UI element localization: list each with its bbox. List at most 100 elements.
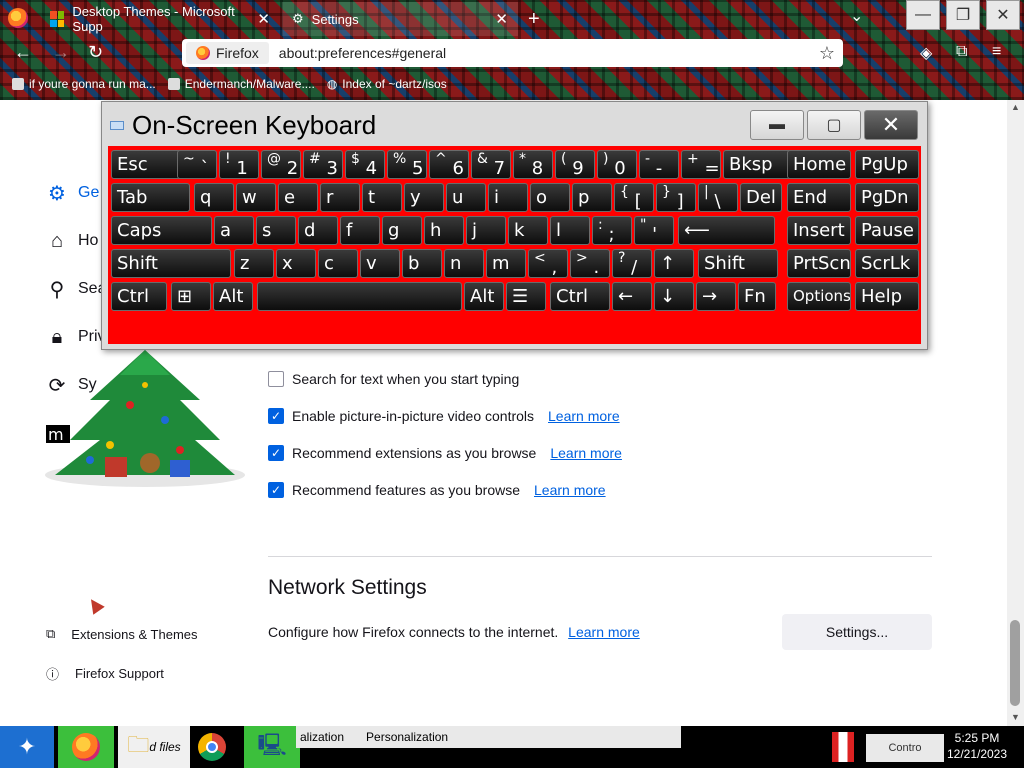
checkbox[interactable]: ✓ bbox=[268, 445, 284, 461]
top-row-key[interactable]: y bbox=[404, 183, 444, 212]
reload-icon[interactable]: ↻ bbox=[88, 42, 103, 63]
back-icon[interactable]: ← bbox=[14, 42, 32, 63]
space-row-key[interactable]: Ctrl bbox=[111, 282, 167, 311]
top-row-key[interactable]: r bbox=[320, 183, 360, 212]
space-row-key[interactable]: Ctrl bbox=[550, 282, 610, 311]
top-row-key[interactable]: } ] bbox=[656, 183, 696, 212]
bottom-row-key[interactable]: ? / bbox=[612, 249, 652, 278]
top-row-key[interactable]: e bbox=[278, 183, 318, 212]
sidebar-item-home[interactable]: ⌂ Ho bbox=[46, 230, 99, 252]
space-row-key[interactable]: Alt bbox=[213, 282, 253, 311]
home-row-key[interactable]: Caps bbox=[111, 216, 212, 245]
bookmark-item[interactable]: ◍ Index of ~dartz/isos bbox=[327, 77, 447, 91]
osk-minimize-button[interactable]: ▬ bbox=[750, 110, 804, 140]
space-row-key[interactable]: Fn bbox=[738, 282, 776, 311]
bottom-row-key[interactable]: ScrLk bbox=[855, 249, 919, 278]
learn-more-link[interactable]: Learn more bbox=[534, 482, 606, 498]
space-row-key[interactable]: → bbox=[696, 282, 736, 311]
number-row-key[interactable]: ! 1 bbox=[219, 150, 259, 179]
forward-icon[interactable]: → bbox=[52, 42, 70, 63]
learn-more-link[interactable]: Learn more bbox=[550, 445, 622, 461]
home-row-key[interactable]: h bbox=[424, 216, 464, 245]
bottom-row-key[interactable]: b bbox=[402, 249, 442, 278]
space-row-key[interactable] bbox=[257, 282, 462, 311]
bookmark-star-icon[interactable]: ☆ bbox=[819, 43, 835, 64]
space-row-key[interactable]: Help bbox=[855, 282, 919, 311]
scroll-up-icon[interactable]: ▲ bbox=[1011, 102, 1020, 112]
tab-desktop-themes[interactable]: Desktop Themes - Microsoft Supp ✕ bbox=[40, 2, 280, 36]
bookmark-item[interactable]: Endermanch/Malware.... bbox=[167, 77, 315, 91]
home-row-key[interactable]: ⟵ bbox=[678, 216, 775, 245]
number-row-key[interactable]: ( 9 bbox=[555, 150, 595, 179]
number-row-key[interactable]: Bksp bbox=[723, 150, 795, 179]
top-row-key[interactable]: w bbox=[236, 183, 276, 212]
home-row-key[interactable]: j bbox=[466, 216, 506, 245]
scroll-down-icon[interactable]: ▼ bbox=[1011, 712, 1020, 722]
url-bar[interactable]: Firefox about:preferences#general ☆ bbox=[182, 39, 843, 67]
network-settings-button[interactable]: Settings... bbox=[782, 614, 932, 650]
top-row-key[interactable]: u bbox=[446, 183, 486, 212]
osk-close-button[interactable]: ✕ bbox=[864, 110, 918, 140]
taskbar-window-label[interactable]: alization Personalization bbox=[296, 726, 681, 748]
space-row-key[interactable]: ⊞ bbox=[171, 282, 211, 311]
bottom-row-key[interactable]: z bbox=[234, 249, 274, 278]
close-tab-icon[interactable]: ✕ bbox=[495, 10, 508, 28]
number-row-key[interactable]: ^ 6 bbox=[429, 150, 469, 179]
top-row-key[interactable]: q bbox=[194, 183, 234, 212]
bottom-row-key[interactable]: < , bbox=[528, 249, 568, 278]
sidebar-item-search[interactable]: ⚲ Sea bbox=[46, 278, 107, 301]
number-row-key[interactable]: Home bbox=[787, 150, 851, 179]
home-row-key[interactable]: f bbox=[340, 216, 380, 245]
tab-settings[interactable]: ⚙ Settings ✕ bbox=[282, 2, 518, 36]
firefox-menu-icon[interactable] bbox=[8, 8, 28, 28]
sidebar-item-firefox-support[interactable]: ⓘ Firefox Support bbox=[46, 664, 164, 683]
bottom-row-key[interactable]: > . bbox=[570, 249, 610, 278]
home-row-key[interactable]: a bbox=[214, 216, 254, 245]
number-row-key[interactable]: ~ ` bbox=[177, 150, 217, 179]
sidebar-item-general[interactable]: ⚙ Ge bbox=[46, 182, 99, 205]
space-row-key[interactable]: ← bbox=[612, 282, 652, 311]
home-row-key[interactable]: g bbox=[382, 216, 422, 245]
learn-more-link[interactable]: Learn more bbox=[568, 624, 640, 640]
url-text[interactable]: about:preferences#general bbox=[279, 45, 446, 61]
checkbox-row-recommend-features[interactable]: ✓ Recommend features as you browse Learn… bbox=[268, 482, 606, 498]
space-row-key[interactable]: ↓ bbox=[654, 282, 694, 311]
bottom-row-key[interactable]: v bbox=[360, 249, 400, 278]
top-row-key[interactable]: Del bbox=[740, 183, 782, 212]
number-row-key[interactable]: & 7 bbox=[471, 150, 511, 179]
taskbar-computer-button[interactable]: 🖳 bbox=[244, 726, 300, 768]
top-row-key[interactable]: { [ bbox=[614, 183, 654, 212]
bottom-row-key[interactable]: n bbox=[444, 249, 484, 278]
taskbar-files-button[interactable]: 🗀 d files bbox=[118, 726, 190, 768]
number-row-key[interactable]: + = bbox=[681, 150, 721, 179]
number-row-key[interactable]: @ 2 bbox=[261, 150, 301, 179]
pocket-icon[interactable]: ◈ bbox=[920, 43, 932, 63]
tray-control-panel[interactable]: Contro bbox=[866, 734, 944, 762]
learn-more-link[interactable]: Learn more bbox=[548, 408, 620, 424]
sidebar-item-extensions-themes[interactable]: ⧉ Extensions & Themes bbox=[46, 626, 198, 642]
home-row-key[interactable]: " ' bbox=[634, 216, 674, 245]
number-row-key[interactable]: % 5 bbox=[387, 150, 427, 179]
top-row-key[interactable]: o bbox=[530, 183, 570, 212]
checkbox-row-search-typing[interactable]: Search for text when you start typing bbox=[268, 371, 519, 387]
start-button[interactable]: ✦ bbox=[0, 726, 54, 768]
bottom-row-key[interactable]: m bbox=[486, 249, 526, 278]
app-menu-icon[interactable]: ≡ bbox=[992, 43, 1001, 61]
top-row-key[interactable]: p bbox=[572, 183, 612, 212]
number-row-key[interactable]: * 8 bbox=[513, 150, 553, 179]
bottom-row-key[interactable]: x bbox=[276, 249, 316, 278]
checkbox-row-picture-in-picture[interactable]: ✓ Enable picture-in-picture video contro… bbox=[268, 408, 620, 424]
close-window-button[interactable]: ✕ bbox=[986, 0, 1020, 30]
checkbox-row-recommend-extensions[interactable]: ✓ Recommend extensions as you browse Lea… bbox=[268, 445, 622, 461]
top-row-key[interactable]: t bbox=[362, 183, 402, 212]
checkbox[interactable]: ✓ bbox=[268, 482, 284, 498]
bottom-row-key[interactable]: PrtScn bbox=[787, 249, 851, 278]
bottom-row-key[interactable]: Shift bbox=[698, 249, 778, 278]
new-tab-icon[interactable]: + bbox=[528, 8, 540, 31]
bottom-row-key[interactable]: ↑ bbox=[654, 249, 694, 278]
top-row-key[interactable]: End bbox=[787, 183, 851, 212]
bottom-row-key[interactable]: Shift bbox=[111, 249, 231, 278]
top-row-key[interactable]: i bbox=[488, 183, 528, 212]
checkbox[interactable]: ✓ bbox=[268, 408, 284, 424]
list-all-tabs-icon[interactable]: ⌄ bbox=[850, 6, 863, 26]
